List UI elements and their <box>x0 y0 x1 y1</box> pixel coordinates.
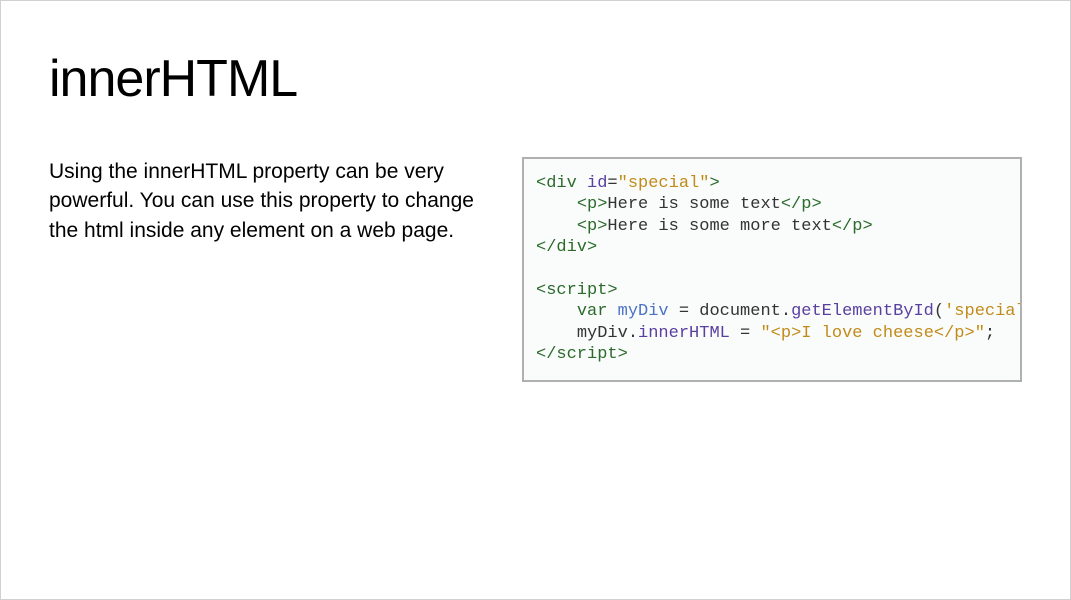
code-token: </div> <box>536 238 597 257</box>
slide-title: innerHTML <box>49 49 1022 109</box>
code-token: </p> <box>832 217 873 236</box>
code-token: id <box>587 174 607 193</box>
code-token: Here is some more text <box>607 217 831 236</box>
code-token: "<p>I love cheese</p>" <box>760 324 984 343</box>
code-token <box>536 195 577 214</box>
code-block: <div id="special"> <p>Here is some text<… <box>522 157 1022 382</box>
code-token: 'special' <box>944 302 1022 321</box>
code-token <box>577 174 587 193</box>
code-token: Here is some text <box>607 195 780 214</box>
code-token: = <box>730 324 761 343</box>
code-token: <p> <box>577 195 608 214</box>
code-token: var <box>577 302 608 321</box>
code-token <box>536 217 577 236</box>
description-text: Using the innerHTML property can be very… <box>49 157 494 245</box>
code-token: = document. <box>669 302 791 321</box>
code-token: > <box>709 174 719 193</box>
code-token: ; <box>985 324 995 343</box>
code-token <box>536 302 577 321</box>
code-token: myDiv. <box>577 324 638 343</box>
code-token <box>607 302 617 321</box>
content-row: Using the innerHTML property can be very… <box>49 157 1022 382</box>
code-token: innerHTML <box>638 324 730 343</box>
code-token: "special" <box>618 174 710 193</box>
code-token: getElementById <box>791 302 934 321</box>
code-token: <script> <box>536 281 618 300</box>
code-token: = <box>607 174 617 193</box>
code-token: <p> <box>577 217 608 236</box>
code-token: ( <box>934 302 944 321</box>
code-token: </scr <box>536 345 587 364</box>
code-token: ipt> <box>587 345 628 364</box>
code-token: <div <box>536 174 577 193</box>
code-token: myDiv <box>618 302 669 321</box>
code-token: </p> <box>781 195 822 214</box>
